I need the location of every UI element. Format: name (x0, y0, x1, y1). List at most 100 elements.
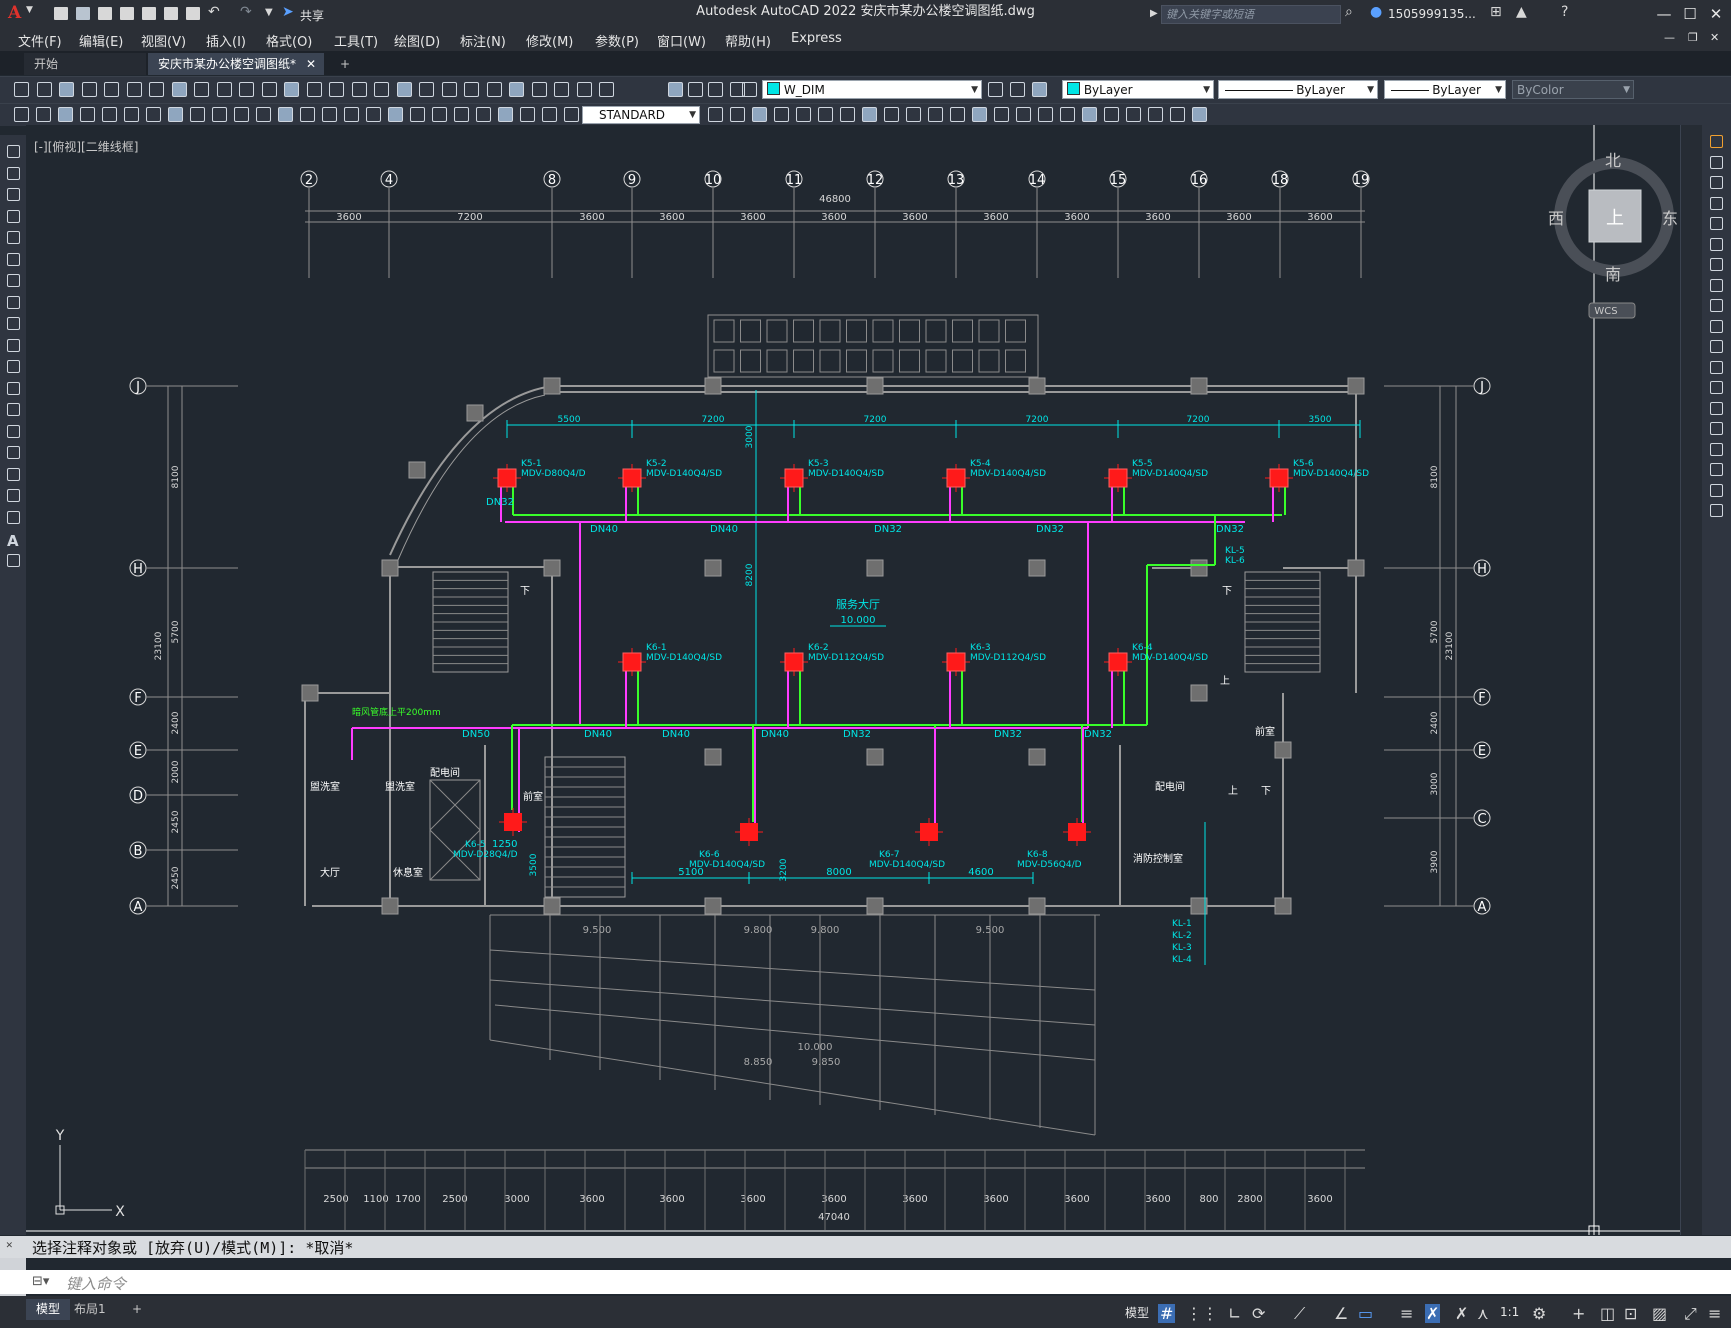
toolbar2-icon-10[interactable] (234, 107, 249, 122)
doc-close-icon[interactable]: ✕ (1710, 31, 1719, 44)
snap-icon[interactable]: ⋮⋮ (1186, 1304, 1218, 1323)
share-icon[interactable]: ➤ (282, 4, 294, 20)
customize-qat-icon[interactable]: ▼ (265, 7, 273, 18)
toolbar2-modify-icon-20[interactable] (1148, 107, 1163, 122)
toolbar1-layer-icon-1[interactable] (1010, 82, 1025, 97)
menu-insert[interactable]: 插入(I) (206, 31, 246, 50)
auto-scale-icon[interactable]: ✗ (1455, 1304, 1468, 1323)
toolbar2-icon-13[interactable] (300, 107, 315, 122)
toolbar2-modify-icon-17[interactable] (1082, 107, 1097, 122)
help-icon[interactable]: ? (1561, 4, 1568, 20)
toolbar2-icon-23[interactable] (520, 107, 535, 122)
modify-tool-icon-3[interactable] (1710, 196, 1723, 210)
toolbar1-icon-10[interactable] (239, 82, 254, 97)
modify-tool-icon-5[interactable] (1710, 237, 1723, 251)
toolbar1-layer-icon-0[interactable] (988, 82, 1003, 97)
toolbar2-modify-icon-11[interactable] (950, 107, 965, 122)
command-input[interactable]: ⊟▾ 键入命令 (0, 1270, 1731, 1294)
toolbar1-icon-4[interactable] (104, 82, 119, 97)
draw-tool-icon-19[interactable] (7, 553, 20, 567)
tab-close-icon[interactable]: ✕ (306, 53, 316, 75)
toolbar2-modify-icon-18[interactable] (1104, 107, 1119, 122)
toolbar1-icon-31[interactable] (742, 82, 757, 97)
toolbar2-modify-icon-2[interactable] (752, 107, 767, 122)
draw-tool-icon-5[interactable] (7, 252, 20, 266)
autodesk-a360-icon[interactable]: ▲ (1516, 4, 1527, 20)
toolbar2-icon-24[interactable] (542, 107, 557, 122)
toolbar1-icon-8[interactable] (194, 82, 209, 97)
draw-tool-icon-11[interactable] (7, 381, 20, 395)
toolbar2-icon-9[interactable] (212, 107, 227, 122)
toolbar1-icon-26[interactable] (599, 82, 614, 97)
draw-tool-icon-9[interactable] (7, 338, 20, 352)
grid-icon[interactable]: # (1158, 1304, 1176, 1323)
toolbar1-icon-18[interactable] (419, 82, 434, 97)
modify-tool-icon-11[interactable] (1710, 360, 1723, 374)
open-web-icon[interactable] (142, 7, 156, 20)
toolbar1-icon-21[interactable] (487, 82, 502, 97)
doc-restore-icon[interactable]: ❐ (1688, 31, 1698, 44)
cmd-close-icon[interactable]: ✕ (6, 1238, 13, 1251)
toolbar1-icon-1[interactable] (37, 82, 52, 97)
toolbar2-icon-25[interactable] (564, 107, 579, 122)
toolbar2-icon-19[interactable] (432, 107, 447, 122)
toolbar2-modify-icon-0[interactable] (708, 107, 723, 122)
modify-tool-icon-18[interactable] (1710, 504, 1723, 517)
save-icon[interactable] (98, 7, 112, 20)
draw-tool-icon-18[interactable]: A (7, 532, 20, 550)
modify-tool-icon-8[interactable] (1710, 299, 1723, 312)
draw-tool-icon-1[interactable] (7, 166, 20, 180)
toolbar1-icon-17[interactable] (397, 82, 412, 97)
toolbar1-icon-9[interactable] (217, 82, 232, 97)
menu-dimension[interactable]: 标注(N) (460, 31, 506, 50)
modify-tool-icon-15[interactable] (1710, 442, 1723, 456)
toolbar2-icon-0[interactable] (14, 107, 29, 122)
toolbar1-icon-15[interactable] (352, 82, 367, 97)
annotation-scale-icon[interactable]: ⋏ (1477, 1304, 1489, 1323)
tab-layout1[interactable]: 布局1 (64, 1299, 116, 1320)
toolbar2-icon-22[interactable] (498, 107, 513, 122)
toolbar1-icon-6[interactable] (149, 82, 164, 97)
toolbar2-icon-3[interactable] (80, 107, 95, 122)
polar-icon[interactable]: ⟳ (1252, 1304, 1265, 1323)
modify-tool-icon-14[interactable] (1710, 422, 1723, 435)
draw-tool-icon-4[interactable] (7, 231, 20, 244)
toolbar2-icon-5[interactable] (124, 107, 139, 122)
autocad-logo-icon[interactable]: A (8, 3, 21, 23)
toolbar2-icon-1[interactable] (36, 107, 51, 122)
modify-tool-icon-10[interactable] (1710, 340, 1723, 353)
model-space-toggle[interactable]: 模型 (1125, 1304, 1149, 1321)
modify-tool-icon-7[interactable] (1710, 278, 1723, 292)
toolbar2-modify-icon-13[interactable] (994, 107, 1009, 122)
text-style-dropdown[interactable]: STANDARD ▼ (582, 106, 700, 124)
draw-tool-icon-15[interactable] (7, 467, 20, 481)
toolbar1-icon-2[interactable] (59, 82, 74, 97)
toolbar2-icon-7[interactable] (168, 107, 183, 122)
toolbar1-icon-3[interactable] (82, 82, 97, 97)
toolbar1-icon-0[interactable] (14, 82, 29, 97)
color-dropdown[interactable]: ByLayer ▼ (1062, 80, 1214, 99)
ortho-icon[interactable]: ∟ (1228, 1304, 1241, 1323)
minimize-button[interactable]: — (1650, 3, 1678, 25)
modify-tool-icon-9[interactable] (1710, 319, 1723, 333)
annotation-scale-value[interactable]: 1:1 (1500, 1305, 1519, 1319)
toolbar1-icon-19[interactable] (442, 82, 457, 97)
toolbar2-modify-icon-14[interactable] (1016, 107, 1031, 122)
menu-tools[interactable]: 工具(T) (334, 31, 378, 50)
toolbar2-modify-icon-4[interactable] (796, 107, 811, 122)
annotation-monitor-icon[interactable]: + (1572, 1304, 1585, 1323)
annotation-visibility-icon[interactable]: ✗ (1425, 1304, 1441, 1323)
toolbar2-icon-2[interactable] (58, 107, 73, 122)
toolbar1-icon-28[interactable] (688, 82, 703, 97)
quick-properties-icon[interactable]: ⊡ (1624, 1304, 1637, 1323)
draw-tool-icon-6[interactable] (7, 274, 20, 287)
clean-screen-icon[interactable]: ⤢ (1684, 1304, 1697, 1324)
app-menu-chevron-icon[interactable]: ▼ (26, 5, 33, 15)
menu-express[interactable]: Express (791, 31, 842, 46)
doc-minimize-icon[interactable]: — (1664, 31, 1675, 44)
menu-window[interactable]: 窗口(W) (657, 31, 706, 50)
viewport-controls-label[interactable]: [-][俯视][二维线框] (34, 138, 138, 155)
user-icon[interactable]: ● (1370, 4, 1382, 20)
new-tab-button[interactable]: + (330, 53, 360, 75)
toolbar2-icon-8[interactable] (190, 107, 205, 122)
